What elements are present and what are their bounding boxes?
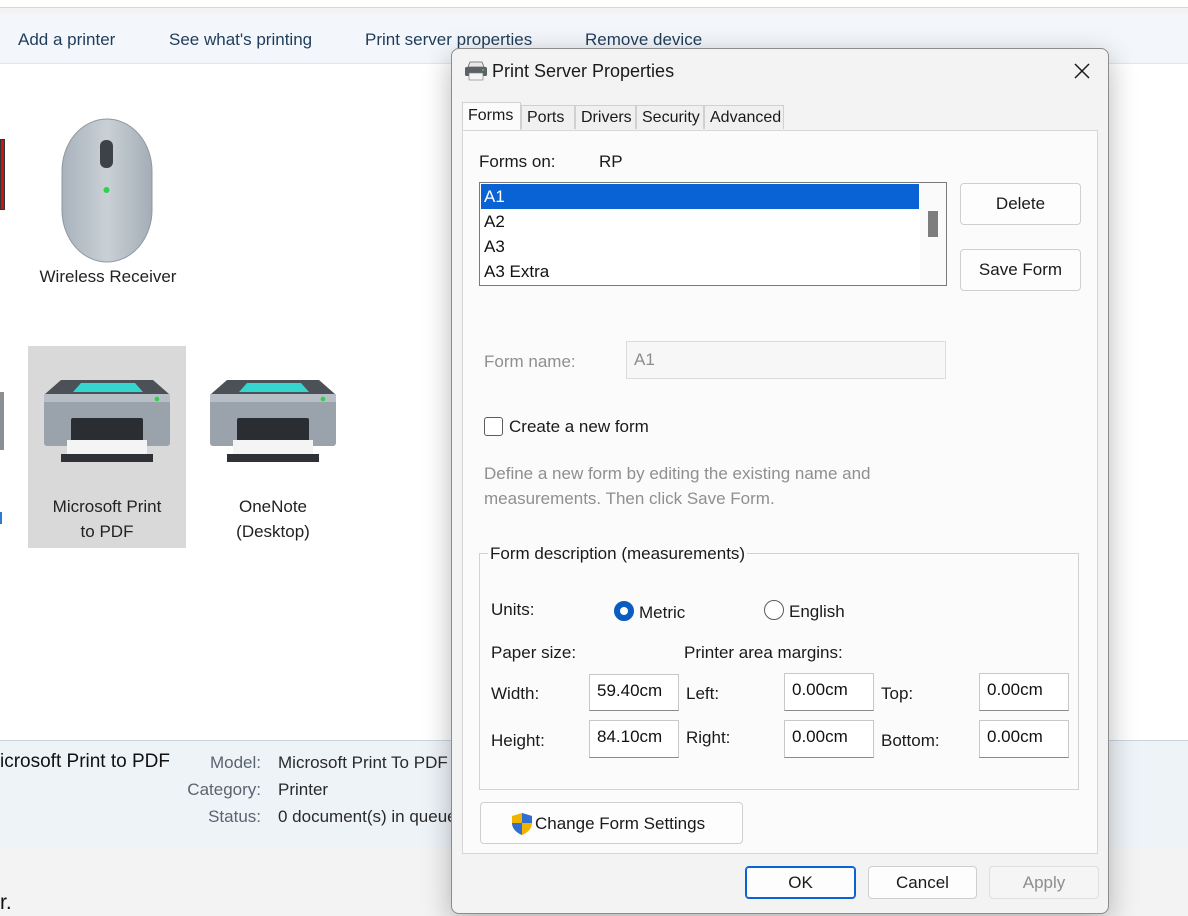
list-item[interactable]: A3	[481, 234, 919, 259]
ok-button[interactable]: OK	[745, 866, 856, 899]
remove-device-button[interactable]: Remove device	[585, 30, 702, 50]
mouse-icon	[61, 118, 153, 263]
dialog-title: Print Server Properties	[492, 61, 675, 81]
see-whats-printing-button[interactable]: See what's printing	[169, 30, 312, 50]
device-label-line2: (Desktop)	[236, 522, 310, 541]
help-text-line2: measurements. Then click Save Form.	[484, 489, 775, 508]
apply-button[interactable]: Apply	[989, 866, 1099, 899]
background-text-fragment: r.	[0, 891, 12, 914]
form-name-label: Form name:	[484, 352, 576, 371]
forms-tab-panel: Forms on: RP A1 A2 A3 A3 Extra Delete Sa…	[462, 130, 1098, 854]
device-label-line1: Microsoft Print	[52, 497, 162, 516]
metric-label: Metric	[639, 603, 686, 622]
print-server-properties-button[interactable]: Print server properties	[365, 30, 532, 50]
printer-fragment-icon	[0, 392, 4, 450]
left-margin-label: Left:	[686, 684, 720, 703]
form-description-legend: Form description (measurements)	[488, 544, 748, 564]
device-onenote-desktop[interactable]: OneNote (Desktop)	[194, 346, 352, 548]
print-server-properties-dialog: Print Server Properties Forms Ports Driv…	[451, 48, 1109, 914]
device-label-line1: OneNote	[238, 497, 308, 516]
width-label: Width:	[491, 684, 540, 703]
device-label-line2: to PDF	[80, 522, 134, 541]
tab-ports[interactable]: Ports	[521, 105, 575, 129]
scrollbar-thumb[interactable]	[928, 211, 938, 237]
device-wireless-receiver[interactable]: Wireless Receiver	[28, 112, 188, 292]
bottom-margin-label: Bottom:	[881, 731, 940, 750]
tab-security[interactable]: Security	[636, 105, 704, 129]
forms-list-scrollbar[interactable]	[920, 183, 946, 285]
create-new-form-label: Create a new form	[509, 417, 649, 436]
units-label: Units:	[491, 600, 535, 619]
printer-icon	[44, 380, 170, 462]
forms-on-value: RP	[599, 152, 623, 171]
metric-radio[interactable]	[614, 601, 634, 621]
height-field[interactable]: 84.10cm	[589, 720, 679, 758]
close-button[interactable]	[1056, 49, 1108, 93]
bottom-margin-field[interactable]: 0.00cm	[979, 720, 1069, 758]
english-label: English	[789, 602, 845, 621]
forms-on-label: Forms on:	[479, 152, 556, 171]
category-label: Category:	[187, 780, 261, 799]
category-value: Printer	[278, 780, 329, 799]
status-value: 0 document(s) in queue	[278, 807, 457, 826]
form-name-field[interactable]: A1	[626, 341, 946, 379]
printer-area-margins-label: Printer area margins:	[684, 643, 843, 662]
save-form-button[interactable]: Save Form	[960, 249, 1081, 291]
printer-icon	[210, 380, 336, 462]
top-margin-label: Top:	[881, 684, 914, 703]
list-item[interactable]: A2	[481, 209, 919, 234]
english-radio[interactable]	[764, 600, 784, 620]
printer-icon	[465, 61, 487, 81]
model-label: Model:	[209, 753, 261, 772]
tab-advanced[interactable]: Advanced	[704, 105, 784, 129]
forms-listbox[interactable]: A1 A2 A3 A3 Extra	[479, 182, 947, 286]
help-text-line1: Define a new form by editing the existin…	[484, 464, 871, 483]
list-item[interactable]: A1	[481, 184, 919, 209]
width-field[interactable]: 59.40cm	[589, 674, 679, 711]
dialog-titlebar[interactable]: Print Server Properties	[452, 49, 1108, 93]
change-form-settings-button[interactable]: Change Form Settings	[480, 802, 743, 844]
height-label: Height:	[491, 731, 545, 750]
device-thumbnail-fragment	[0, 139, 5, 210]
status-label: Status:	[208, 807, 261, 826]
model-value: Microsoft Print To PDF	[278, 753, 448, 772]
delete-button[interactable]: Delete	[960, 183, 1081, 225]
list-item[interactable]: A3 Extra	[481, 259, 919, 284]
right-margin-field[interactable]: 0.00cm	[784, 720, 874, 758]
address-bar-edge	[0, 0, 1188, 8]
tab-drivers[interactable]: Drivers	[575, 105, 636, 129]
close-icon	[1074, 63, 1090, 79]
change-form-settings-label: Change Form Settings	[535, 814, 706, 833]
uac-shield-icon	[512, 813, 532, 835]
form-description-group: Form description (measurements) Units: M…	[479, 544, 1079, 790]
paper-size-label: Paper size:	[491, 643, 577, 662]
cancel-button[interactable]: Cancel	[868, 866, 977, 899]
left-margin-field[interactable]: 0.00cm	[784, 673, 874, 711]
link-fragment	[0, 512, 2, 524]
create-new-form-checkbox[interactable]	[484, 417, 503, 436]
selected-device-name: icrosoft Print to PDF	[0, 751, 170, 772]
right-margin-label: Right:	[686, 728, 731, 747]
add-printer-button[interactable]: Add a printer	[18, 30, 115, 50]
tab-forms[interactable]: Forms	[462, 102, 521, 130]
device-microsoft-print-to-pdf[interactable]: Microsoft Print to PDF	[28, 346, 186, 548]
device-label: Wireless Receiver	[39, 267, 177, 286]
window-top-strip	[0, 0, 1188, 14]
top-margin-field[interactable]: 0.00cm	[979, 673, 1069, 711]
